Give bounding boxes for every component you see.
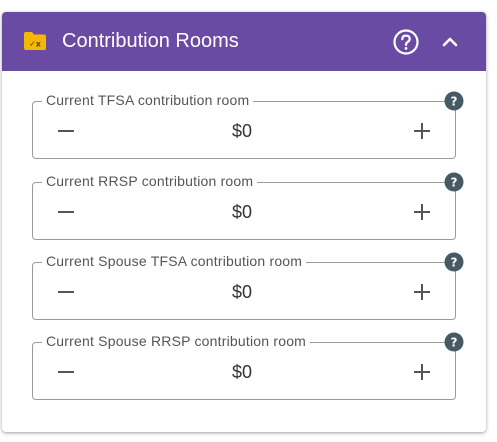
panel-header[interactable]: ✓x Contribution Rooms <box>2 12 486 71</box>
increment-button[interactable] <box>410 360 434 384</box>
field-label: Current Spouse TFSA contribution room <box>42 252 307 270</box>
increment-button[interactable] <box>410 119 434 143</box>
tfsa-room-input[interactable] <box>182 119 302 143</box>
decrement-button[interactable] <box>54 280 78 304</box>
decrement-button[interactable] <box>54 200 78 224</box>
field-label: Current Spouse RRSP contribution room <box>42 332 311 350</box>
decrement-button[interactable] <box>54 119 78 143</box>
help-circle-icon[interactable] <box>392 28 420 56</box>
svg-text:✓x: ✓x <box>29 40 42 49</box>
svg-text:?: ? <box>451 256 458 270</box>
svg-text:?: ? <box>451 95 458 109</box>
increment-button[interactable] <box>410 280 434 304</box>
rrsp-room-input[interactable] <box>182 200 302 224</box>
spouse-tfsa-room-field: Current Spouse TFSA contribution room ? <box>32 252 464 320</box>
spouse-rrsp-room-input[interactable] <box>182 360 302 384</box>
increment-button[interactable] <box>410 200 434 224</box>
chevron-up-icon[interactable] <box>438 30 462 54</box>
help-badge-icon[interactable]: ? <box>444 252 464 272</box>
rrsp-room-field: Current RRSP contribution room ? <box>32 172 464 240</box>
svg-text:?: ? <box>451 176 458 190</box>
help-badge-icon[interactable]: ? <box>444 91 464 111</box>
contribution-rooms-panel: ✓x Contribution Rooms Current TFSA contr… <box>2 12 486 432</box>
panel-title: Contribution Rooms <box>62 30 239 52</box>
svg-text:?: ? <box>451 336 458 350</box>
folder-check-icon: ✓x <box>23 31 47 51</box>
tfsa-room-field: Current TFSA contribution room ? <box>32 91 464 159</box>
field-label: Current TFSA contribution room <box>42 91 254 109</box>
spouse-tfsa-room-input[interactable] <box>182 280 302 304</box>
help-badge-icon[interactable]: ? <box>444 172 464 192</box>
decrement-button[interactable] <box>54 360 78 384</box>
spouse-rrsp-room-field: Current Spouse RRSP contribution room ? <box>32 332 464 400</box>
help-badge-icon[interactable]: ? <box>444 332 464 352</box>
field-label: Current RRSP contribution room <box>42 172 258 190</box>
